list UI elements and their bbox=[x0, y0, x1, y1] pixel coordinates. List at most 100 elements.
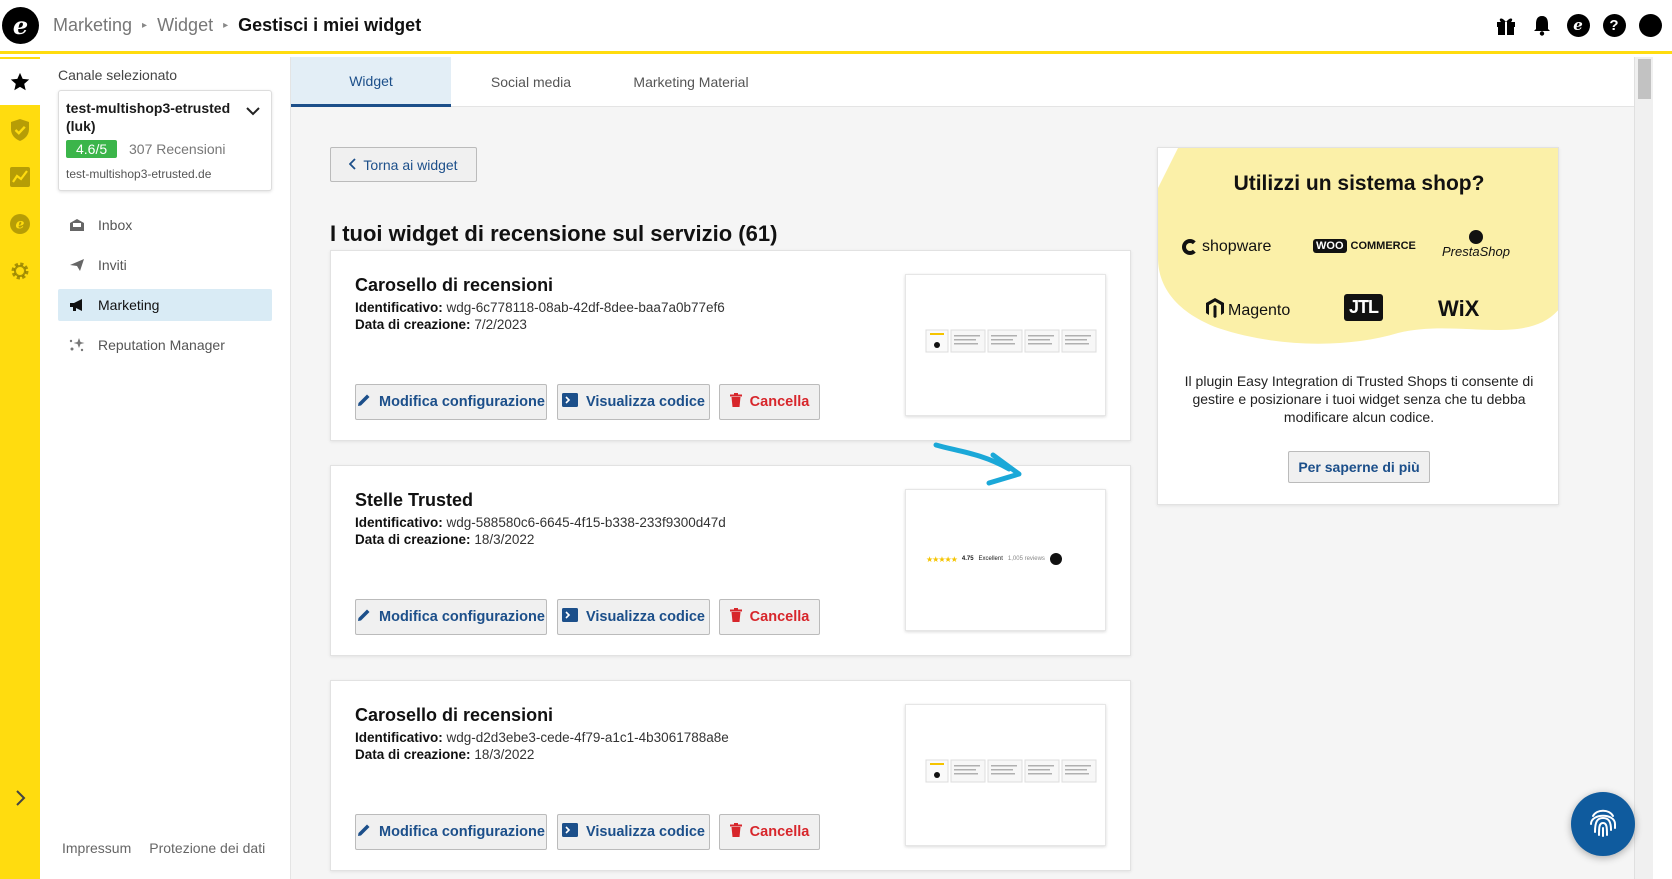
svg-text:e: e bbox=[16, 217, 25, 233]
bell-icon[interactable] bbox=[1530, 13, 1554, 37]
shopware-logo-text: shopware bbox=[1202, 238, 1272, 255]
woocommerce-logo[interactable]: WOO COMMERCE bbox=[1313, 239, 1416, 253]
learn-more-button[interactable]: Per saperne di più bbox=[1288, 451, 1430, 483]
widget-date: Data di creazione: 7/2/2023 bbox=[355, 317, 527, 332]
trustedshops-icon[interactable]: e bbox=[1566, 13, 1590, 37]
breadcrumb-separator-icon: ▸ bbox=[223, 20, 229, 31]
gear-icon[interactable] bbox=[0, 248, 40, 294]
impressum-link[interactable]: Impressum bbox=[62, 840, 131, 856]
trustedshops-e-icon[interactable]: e bbox=[0, 201, 40, 247]
sidebar-item-label: Inviti bbox=[98, 257, 127, 273]
delete-button-label: Cancella bbox=[749, 824, 810, 840]
jtl-logo[interactable]: JTL bbox=[1344, 294, 1384, 321]
sidebar-item-marketing[interactable]: Marketing bbox=[58, 289, 272, 321]
widget-id-value: wdg-588580c6-6645-4f15-b338-233f9300d47d bbox=[446, 515, 726, 530]
shopware-icon bbox=[1182, 239, 1198, 255]
stars-preview-icon: ★★★★★ bbox=[926, 554, 958, 564]
tab-bar: Widget Social media Marketing Material bbox=[291, 57, 1653, 107]
magento-logo-text: Magento bbox=[1228, 301, 1291, 319]
prestashop-icon bbox=[1468, 230, 1483, 244]
stars-preview-score: 4.75 bbox=[961, 556, 974, 562]
widget-title: Carosello di recensioni bbox=[355, 705, 554, 725]
edit-configuration-button[interactable]: Modifica configurazione bbox=[355, 814, 547, 850]
back-to-widgets-button[interactable]: Torna ai widget bbox=[330, 147, 477, 182]
widget-preview-stars: ★★★★★ 4.75 Excellent 1,005 reviews bbox=[905, 489, 1106, 631]
fingerprint-icon bbox=[1585, 804, 1621, 845]
reviews-count: 307 Recensioni bbox=[129, 141, 226, 157]
sidebar-item-inbox[interactable]: Inbox bbox=[58, 209, 272, 241]
widget-preview-carousel bbox=[905, 274, 1106, 416]
magento-logo[interactable]: Magento bbox=[1206, 298, 1290, 323]
trash-icon bbox=[729, 393, 742, 411]
sidebar-item-inviti[interactable]: Inviti bbox=[58, 249, 272, 281]
widget-preview-carousel bbox=[905, 704, 1106, 846]
chart-icon[interactable] bbox=[0, 154, 40, 200]
send-icon bbox=[68, 258, 86, 272]
breadcrumb-separator-icon: ▸ bbox=[142, 20, 148, 31]
tab-marketing-material[interactable]: Marketing Material bbox=[611, 57, 771, 107]
star-icon[interactable] bbox=[0, 59, 40, 105]
tab-widget[interactable]: Widget bbox=[291, 57, 451, 107]
widget-card: Carosello di recensioni Identificativo: … bbox=[330, 680, 1131, 871]
widget-id: Identificativo: wdg-6c778118-08ab-42df-8… bbox=[355, 300, 725, 315]
widget-date-value: 7/2/2023 bbox=[474, 317, 527, 332]
sidebar-item-reputation-manager[interactable]: Reputation Manager bbox=[58, 329, 272, 361]
prestashop-logo[interactable]: PrestaShop bbox=[1442, 230, 1510, 259]
prestashop-logo-text: PrestaShop bbox=[1442, 244, 1510, 259]
edit-button-label: Modifica configurazione bbox=[379, 609, 545, 625]
view-code-button[interactable]: Visualizza codice bbox=[557, 384, 710, 420]
annotation-arrow-icon bbox=[933, 442, 1022, 486]
breadcrumb-marketing[interactable]: Marketing bbox=[53, 15, 132, 36]
left-rail: e bbox=[0, 57, 40, 879]
widget-date-value: 18/3/2022 bbox=[474, 747, 535, 762]
shopware-logo[interactable]: shopware bbox=[1182, 238, 1271, 256]
gift-icon[interactable] bbox=[1494, 13, 1518, 37]
page-title: I tuoi widget di recensione sul servizio… bbox=[330, 221, 778, 246]
trash-icon bbox=[729, 823, 742, 841]
widget-date-label: Data di creazione: bbox=[355, 532, 471, 547]
tab-social-media[interactable]: Social media bbox=[451, 57, 611, 107]
privacy-link[interactable]: Protezione dei dati bbox=[149, 840, 265, 856]
terminal-icon bbox=[561, 823, 578, 841]
chevron-right-icon[interactable] bbox=[0, 775, 40, 821]
main-content: Widget Social media Marketing Material T… bbox=[291, 57, 1653, 879]
edit-configuration-button[interactable]: Modifica configurazione bbox=[355, 599, 547, 635]
terminal-icon bbox=[561, 393, 578, 411]
pencil-icon bbox=[357, 823, 371, 841]
widget-id-label: Identificativo: bbox=[355, 730, 443, 745]
delete-button[interactable]: Cancella bbox=[719, 599, 820, 635]
delete-button-label: Cancella bbox=[749, 394, 810, 410]
help-icon[interactable]: ? bbox=[1602, 13, 1626, 37]
wix-logo[interactable]: WiX bbox=[1438, 296, 1479, 322]
magento-icon bbox=[1206, 298, 1224, 323]
stars-preview-logo bbox=[1049, 553, 1062, 565]
delete-button[interactable]: Cancella bbox=[719, 814, 820, 850]
breadcrumb: Marketing ▸ Widget ▸ Gestisci i miei wid… bbox=[53, 15, 421, 36]
chevron-down-icon[interactable] bbox=[245, 103, 261, 121]
back-button-label: Torna ai widget bbox=[363, 156, 458, 173]
promo-title: Utilizzi un sistema shop? bbox=[1233, 172, 1485, 195]
scrollbar-thumb[interactable] bbox=[1638, 59, 1651, 99]
view-code-button[interactable]: Visualizza codice bbox=[557, 814, 710, 850]
view-code-button[interactable]: Visualizza codice bbox=[557, 599, 710, 635]
delete-button[interactable]: Cancella bbox=[719, 384, 820, 420]
edit-configuration-button[interactable]: Modifica configurazione bbox=[355, 384, 547, 420]
top-bar: e Marketing ▸ Widget ▸ Gestisci i miei w… bbox=[0, 0, 1672, 54]
view-code-label: Visualizza codice bbox=[585, 824, 705, 840]
trustedshops-logo[interactable]: e bbox=[2, 7, 39, 44]
wix-logo-text: WiX bbox=[1438, 296, 1480, 321]
vertical-scrollbar[interactable] bbox=[1634, 57, 1653, 879]
fingerprint-button[interactable] bbox=[1571, 792, 1635, 856]
rating-badge: 4.6/5 bbox=[66, 140, 118, 158]
stars-preview-count: 1,005 reviews bbox=[1007, 556, 1045, 562]
widget-id-value: wdg-d2d3ebe3-cede-4f79-a1c1-4b3061788a8e bbox=[446, 730, 729, 745]
account-icon[interactable] bbox=[1638, 13, 1662, 37]
shield-check-icon[interactable] bbox=[0, 107, 40, 153]
inbox-icon bbox=[68, 218, 86, 232]
breadcrumb-widget[interactable]: Widget bbox=[157, 15, 213, 36]
page-heading: Gestisci i miei widget bbox=[238, 15, 422, 35]
widget-date: Data di creazione: 18/3/2022 bbox=[355, 747, 534, 762]
widget-date: Data di creazione: 18/3/2022 bbox=[355, 532, 534, 547]
channel-selector[interactable]: test-multishop3-etrusted (luk) 4.6/5 307… bbox=[58, 90, 272, 191]
widget-date-label: Data di creazione: bbox=[355, 317, 471, 332]
